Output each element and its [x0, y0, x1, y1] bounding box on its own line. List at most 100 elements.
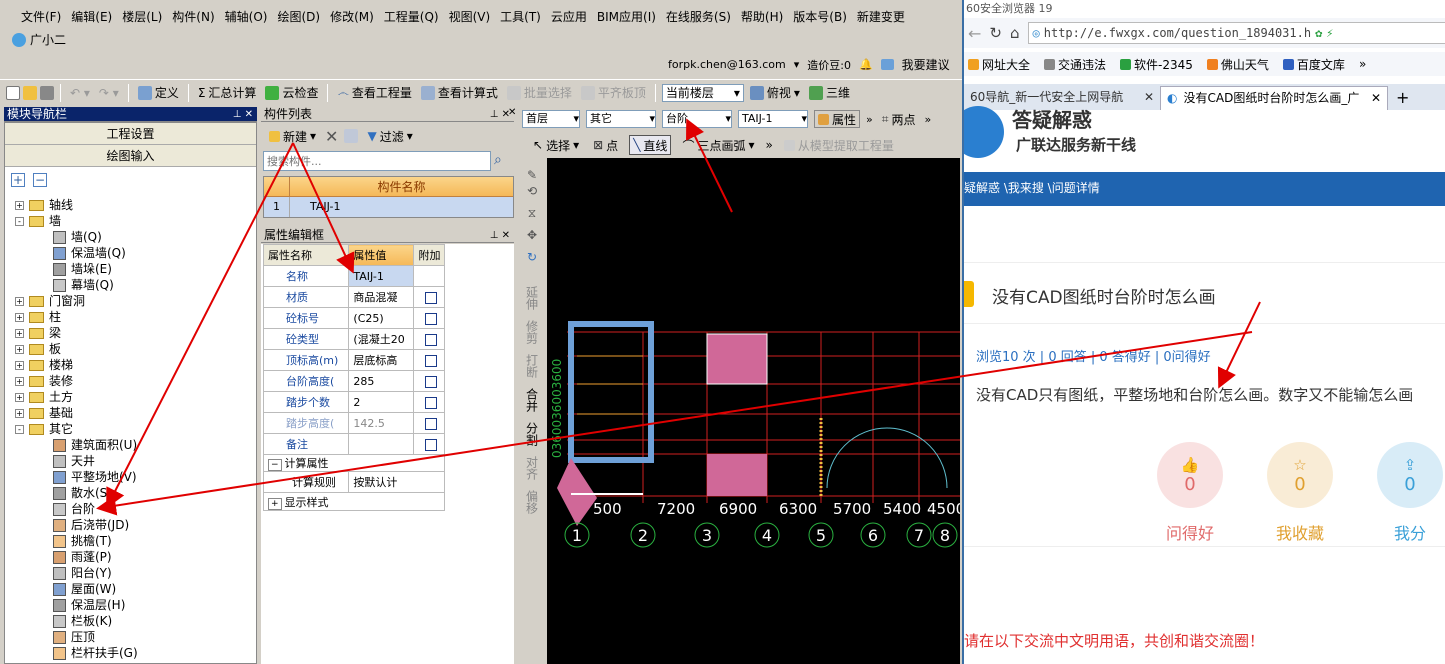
nav-tree-item[interactable]: + 梁 [5, 325, 256, 341]
property-row[interactable]: 踏步个数 2 [262, 391, 445, 413]
menu-item[interactable]: 文件(F) [16, 8, 66, 25]
bookmark-item[interactable]: 百度文库 [1282, 56, 1345, 73]
project-settings-button[interactable]: 工程设置 [5, 123, 256, 145]
vtool-3[interactable]: 合并 [524, 388, 541, 412]
vtool-4[interactable]: 分割 [524, 422, 541, 446]
browser-tab[interactable]: ◐ 没有CAD图纸时台阶时怎么画_广 ✕ [1160, 86, 1388, 110]
category-select[interactable]: 其它 ▾ [586, 110, 656, 128]
nav-tree-item[interactable]: -墙 [5, 213, 256, 229]
property-row[interactable]: 台阶高度(285 [262, 370, 445, 392]
new-component-button[interactable]: 新建 ▾ [266, 128, 319, 145]
view-qty-button[interactable]: ෴ 查看工程量 [334, 84, 414, 101]
summary-button[interactable]: Σ 汇总计算 [195, 84, 260, 101]
open-folder-icon[interactable] [23, 85, 37, 100]
breadcrumb[interactable]: 疑解惑 \我来搜 \问题详情 [964, 172, 1445, 206]
back-icon[interactable]: ← [968, 24, 981, 43]
menu-item[interactable]: 辅轴(O) [220, 8, 273, 25]
collapse-icon[interactable]: - [15, 217, 24, 226]
vtool-0[interactable]: 延伸 [524, 286, 541, 310]
nav-tree-item[interactable]: 保温层(H) [5, 597, 256, 613]
tab-close-icon[interactable]: ✕ [1144, 86, 1154, 110]
property-value[interactable]: (混凝土20 [348, 328, 415, 350]
nav-tree-item[interactable]: 墙垛(E) [5, 261, 256, 277]
close-icon[interactable]: ✕ [508, 107, 516, 118]
component-row[interactable]: 1 TAIJ-1 [264, 197, 513, 217]
bookmark-item[interactable]: 软件-2345 [1120, 56, 1193, 73]
more-icon[interactable]: » [766, 138, 773, 152]
undo-button[interactable]: ↶ ▾ [67, 86, 93, 100]
cloud-check-button[interactable]: 云检查 [262, 84, 321, 101]
bookmark-item[interactable]: 交通违法 [1044, 56, 1106, 73]
stat-item[interactable]: ⇪ 0 我分 [1370, 442, 1445, 544]
nav-tree-item[interactable]: - 其它 [5, 421, 256, 437]
attach-checkbox[interactable] [425, 396, 438, 409]
save-icon[interactable] [40, 85, 54, 100]
point-button[interactable]: ⊠ 点 [590, 137, 621, 154]
attach-checkbox[interactable] [425, 417, 438, 430]
select-button[interactable]: ↖ 选择 ▾ [530, 137, 582, 154]
batch-select-button[interactable]: 批量选择 [504, 84, 575, 101]
property-row[interactable]: 备注 [262, 433, 445, 455]
redo-button[interactable]: ↷ ▾ [96, 86, 122, 100]
stat-item[interactable]: ☆ 0 我收藏 [1260, 442, 1340, 544]
nav-tree-item[interactable]: + 门窗洞 [5, 293, 256, 309]
property-button[interactable]: 属性 [814, 110, 861, 128]
more-bookmarks-icon[interactable]: » [1359, 57, 1366, 71]
property-value[interactable]: 142.5 [348, 412, 415, 434]
cad-canvas[interactable]: 0360036003600 500 7200 6900 6300 5700 5400 450… [547, 158, 960, 664]
property-value[interactable]: 层底标高 [348, 349, 415, 371]
new-file-icon[interactable] [6, 85, 20, 100]
expand-icon[interactable]: + [15, 313, 24, 322]
bookmark-item[interactable]: 网址大全 [968, 56, 1030, 73]
collapse-all-icon[interactable]: − [33, 173, 47, 187]
draw-input-button[interactable]: 绘图输入 [5, 145, 256, 167]
menu-item[interactable]: 工程量(Q) [379, 8, 444, 25]
vtool-5[interactable]: 对齐 [524, 456, 541, 480]
property-value[interactable]: 285 [348, 370, 415, 392]
nav-tree-item[interactable]: 阳台(Y) [5, 565, 256, 581]
rotate-icon[interactable]: ⟲ [518, 184, 546, 206]
current-floor-select[interactable]: 当前楼层 ▾ [661, 83, 744, 102]
expand-icon[interactable]: + [15, 201, 24, 210]
expand-icon[interactable]: + [15, 329, 24, 338]
menu-item[interactable]: 帮助(H) [736, 8, 788, 25]
reload-icon[interactable]: ↻ [989, 24, 1002, 42]
new-tab-button[interactable]: + [1388, 86, 1417, 110]
vtool-6[interactable]: 偏移 [524, 490, 541, 514]
extract-qty-button[interactable]: 从模型提取工程量 [781, 137, 897, 154]
expand-icon[interactable]: + [15, 345, 24, 354]
search-icon[interactable]: ⌕ [494, 152, 502, 168]
line-button[interactable]: ╲ 直线 [629, 135, 672, 155]
nav-tree-item[interactable]: 栏杆扶手(G) [5, 645, 256, 661]
assistant-label[interactable]: 广小二 [30, 31, 66, 48]
display-style-group[interactable]: + 显示样式 [263, 492, 445, 511]
menu-item[interactable]: 版本号(B) [788, 8, 852, 25]
property-value[interactable]: (C25) [348, 307, 415, 329]
menu-item[interactable]: 视图(V) [444, 8, 496, 25]
view-mode-button[interactable]: 俯视 ▾ [747, 84, 803, 101]
mirror-icon[interactable]: ⧖ [518, 206, 546, 228]
expand-icon[interactable]: + [15, 361, 24, 370]
expand-icon[interactable]: + [268, 497, 282, 510]
expand-icon[interactable]: + [15, 409, 24, 418]
view-formula-button[interactable]: 查看计算式 [418, 84, 501, 101]
property-row[interactable]: 砼类型 (混凝土20 [262, 328, 445, 350]
user-email[interactable]: forpk.chen@163.com [668, 58, 786, 71]
menu-item[interactable]: 在线服务(S) [661, 8, 736, 25]
collapse-icon[interactable]: - [15, 425, 24, 434]
nav-tree-item[interactable]: + 轴线 [5, 197, 256, 213]
filter-button[interactable]: ▼ 过滤 ▾ [364, 128, 415, 145]
home-icon[interactable]: ⌂ [1010, 24, 1020, 42]
collapse-icon[interactable]: − [268, 459, 282, 471]
dropdown-arrow-icon[interactable]: ▾ [794, 58, 800, 71]
delete-icon[interactable]: ✕ [325, 127, 338, 146]
nav-tree-item[interactable]: 平整场地(V) [5, 469, 256, 485]
more-icon[interactable]: » [866, 113, 873, 126]
address-bar[interactable]: ◎ http://e.fwxgx.com/question_1894031.h … [1027, 22, 1445, 44]
define-button[interactable]: 定义 [135, 84, 182, 101]
nav-tree-item[interactable]: 天井 [5, 453, 256, 469]
attach-checkbox[interactable] [425, 333, 438, 346]
pin-close-icon[interactable]: ⊥ ✕ [490, 107, 510, 122]
property-row[interactable]: 踏步高度(142.5 [262, 412, 445, 434]
nav-tree-item[interactable]: + 装修 [5, 373, 256, 389]
